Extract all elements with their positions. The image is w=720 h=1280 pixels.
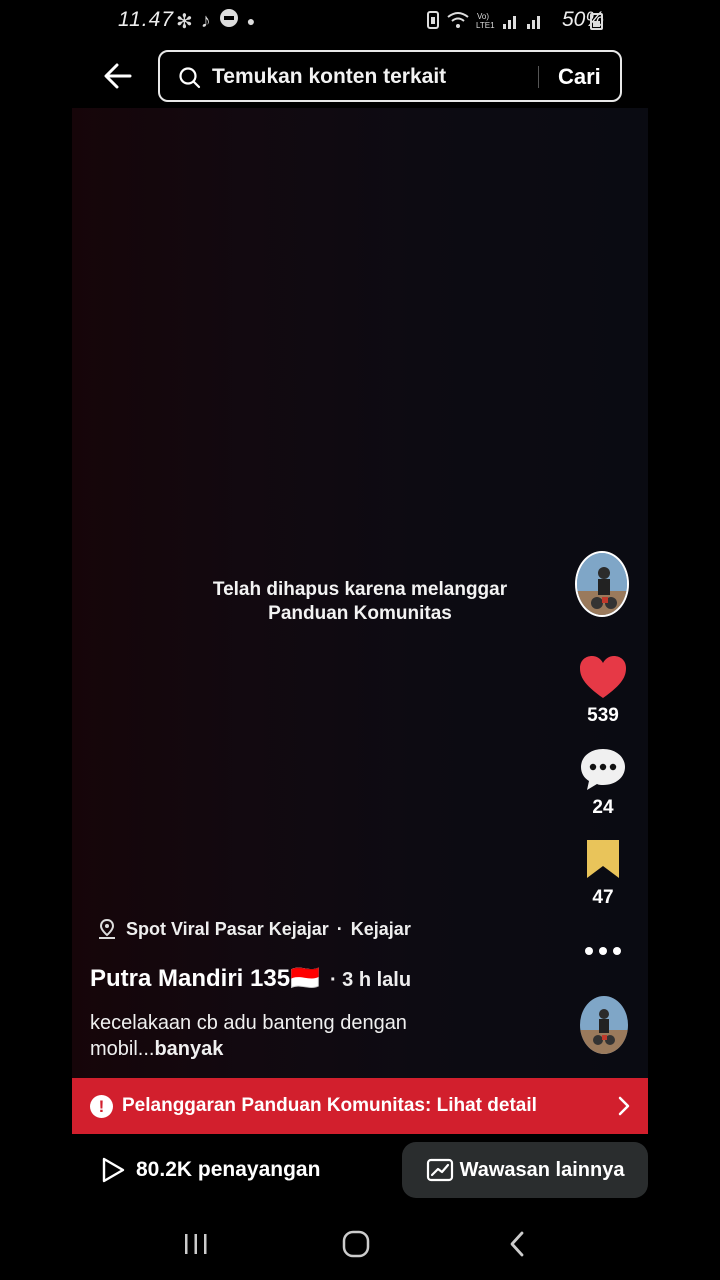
bookmark-icon [587,840,619,878]
battery-saver-icon [427,11,439,29]
more-options-button[interactable] [580,938,626,964]
svg-text:Vo): Vo) [477,12,489,21]
violation-banner[interactable]: ! Pelanggaran Panduan Komunitas: Lihat d… [72,1078,648,1134]
svg-text:LTE1: LTE1 [476,21,495,30]
search-icon [179,67,201,89]
status-notification-icons: ✻ ♪ ● [176,8,255,34]
more-dots-icon [585,947,621,955]
back-button[interactable] [100,58,140,98]
back-arrow-icon [104,63,132,89]
analytics-icon [426,1158,453,1182]
recent-apps-icon [185,1234,207,1254]
creator-avatar[interactable] [575,551,629,617]
chevron-right-icon [618,1096,630,1116]
location-sub: Kejajar [350,918,411,939]
status-system-icons: Vo) LTE1 [426,10,544,30]
music-disc-avatar[interactable] [580,996,628,1054]
recent-apps-button[interactable] [180,1228,212,1260]
save-button[interactable]: 47 [573,838,633,909]
removed-content-message: Telah dihapus karena melanggar Panduan K… [160,578,560,626]
post-caption[interactable]: kecelakaan cb adu banteng dengan mobil..… [90,1010,530,1062]
author-row: Putra Mandiri 135🇮🇩 · 3 h lalu [90,964,411,993]
removed-message-line2: Panduan Komunitas [268,603,452,624]
location-tag[interactable]: Spot Viral Pasar Kejajar · Kejajar [96,918,411,940]
comment-bubble-icon [581,749,625,790]
music-disc-photo-icon [580,996,628,1054]
alert-icon: ! [90,1095,113,1118]
violation-text: Pelanggaran Panduan Komunitas: Lihat det… [122,1095,537,1116]
battery-icon [590,13,603,30]
location-name: Spot Viral Pasar Kejajar [126,918,329,939]
caption-more-link[interactable]: banyak [154,1038,223,1060]
author-username[interactable]: Putra Mandiri 135🇮🇩 [90,964,320,993]
more-insights-button[interactable]: Wawasan lainnya [402,1142,648,1198]
heart-icon [580,656,626,698]
location-separator: · [336,918,343,939]
removed-message-line1: Telah dihapus karena melanggar [212,579,508,600]
status-time: 11.47 [118,8,174,31]
comment-count: 24 [592,797,614,818]
view-count: 80.2K penayangan [100,1156,320,1184]
view-count-text: 80.2K penayangan [136,1158,321,1181]
signal-2-icon [527,16,540,29]
like-count: 539 [587,705,619,726]
status-bar: 11.47 ✻ ♪ ● Vo) LTE1 50% [0,0,720,42]
tiktok-icon: ♪ [200,9,211,32]
search-bar[interactable]: Temukan konten terkait Cari [158,50,622,102]
caption-text: kecelakaan cb adu banteng dengan mobil..… [90,1012,407,1060]
settings-gear-icon: ✻ [176,10,193,33]
more-notifications-dot-icon: ● [246,13,256,29]
save-count: 47 [592,887,614,908]
search-divider [538,66,539,88]
volte-icon: Vo)LTE1 [476,12,495,30]
location-pin-icon [99,918,115,939]
more-insights-label: Wawasan lainnya [459,1158,625,1181]
signal-1-icon [503,16,516,29]
comment-button[interactable]: 24 [573,746,633,819]
wifi-icon [447,12,469,28]
like-button[interactable]: 539 [573,654,633,727]
search-submit-button[interactable]: Cari [558,64,601,90]
home-button[interactable] [340,1228,372,1260]
post-time: · 3 h lalu [329,969,412,991]
system-back-icon [510,1231,524,1257]
app-notification-icon [219,8,239,34]
system-back-button[interactable] [502,1228,534,1260]
search-input[interactable]: Temukan konten terkait [212,65,446,89]
home-icon [342,1230,370,1258]
play-icon [102,1157,125,1183]
